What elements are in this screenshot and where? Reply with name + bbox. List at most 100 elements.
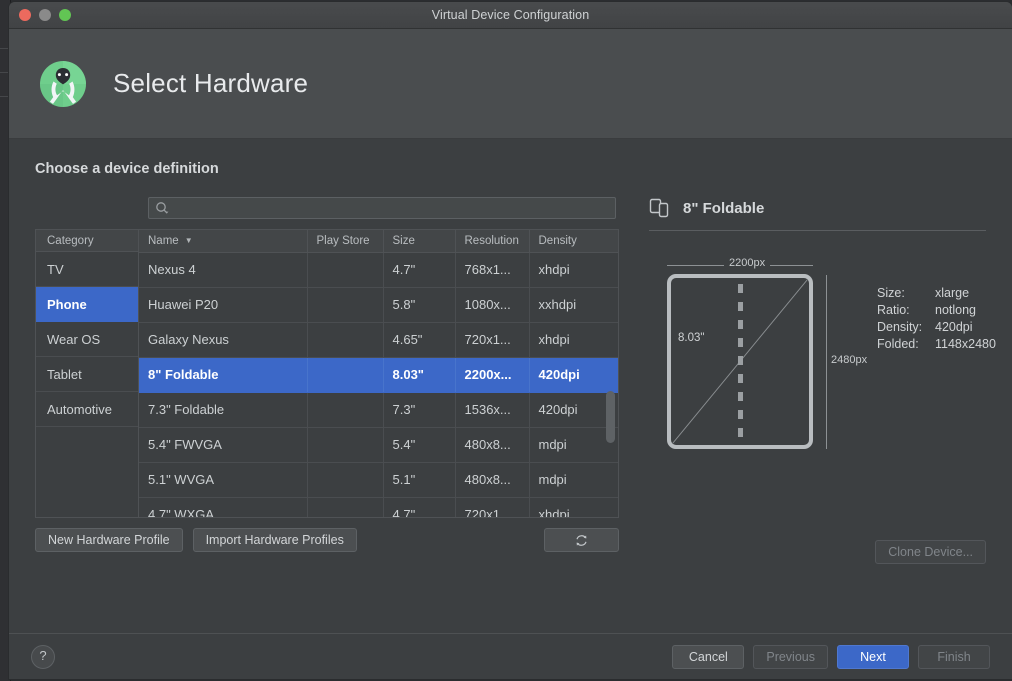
spec-ratio-value: notlong: [935, 302, 976, 319]
width-dimension-label: 2200px: [724, 257, 770, 269]
column-header-density[interactable]: Density: [529, 230, 618, 252]
foldable-device-icon: [649, 197, 671, 219]
table-row[interactable]: Huawei P20 5.8" 1080x... xxhdpi: [139, 287, 618, 322]
android-studio-logo-icon: [35, 56, 91, 112]
spec-density-key: Density:: [877, 319, 935, 336]
previous-button[interactable]: Previous: [753, 645, 828, 669]
height-dimension-line: [826, 275, 827, 449]
cell-resolution: 1536x...: [455, 392, 529, 427]
spec-size: Size: xlarge: [877, 285, 996, 302]
device-selection-panel: Category TV Phone Wear OS Tablet Automot…: [35, 197, 619, 552]
preview-header: 8" Foldable: [649, 197, 986, 231]
column-header-resolution[interactable]: Resolution: [455, 230, 529, 252]
desktop-backdrop: Virtual Device Configuration Select Hard…: [0, 0, 1012, 681]
cell-play-store: [307, 497, 383, 518]
cell-resolution: 1080x...: [455, 287, 529, 322]
cell-name: Nexus 4: [139, 252, 307, 287]
import-hardware-profiles-button[interactable]: Import Hardware Profiles: [193, 528, 357, 552]
cell-play-store: [307, 427, 383, 462]
device-preview-panel: 8" Foldable 2200px 8.03": [619, 197, 986, 552]
page-title: Select Hardware: [113, 68, 308, 99]
virtual-device-configuration-dialog: Virtual Device Configuration Select Hard…: [9, 2, 1012, 679]
cell-resolution: 2200x...: [455, 357, 529, 392]
cell-size: 8.03": [383, 357, 455, 392]
table-row[interactable]: 5.1" WVGA 5.1" 480x8... mdpi: [139, 462, 618, 497]
wizard-navigation: Cancel Previous Next Finish: [672, 645, 990, 669]
fold-crease-line: [738, 284, 743, 439]
spec-size-value: xlarge: [935, 285, 969, 302]
cell-play-store: [307, 287, 383, 322]
cell-resolution: 768x1...: [455, 252, 529, 287]
cell-resolution: 720x1...: [455, 497, 529, 518]
search-box[interactable]: [148, 197, 616, 219]
minimize-button[interactable]: [39, 9, 51, 21]
table-row[interactable]: 7.3" Foldable 7.3" 1536x... 420dpi: [139, 392, 618, 427]
dialog-body: Choose a device definition: [9, 139, 1012, 634]
cell-play-store: [307, 322, 383, 357]
device-table-body: Nexus 4 4.7" 768x1... xhdpi Huawei P20: [139, 252, 618, 518]
cell-name: 7.3" Foldable: [139, 392, 307, 427]
cell-size: 5.8": [383, 287, 455, 322]
cell-name: 5.4" FWVGA: [139, 427, 307, 462]
cell-size: 5.4": [383, 427, 455, 462]
spec-folded: Folded: 1148x2480: [877, 336, 996, 353]
category-item-tablet[interactable]: Tablet: [36, 357, 138, 392]
section-title: Choose a device definition: [35, 161, 986, 177]
spec-density: Density: 420dpi: [877, 319, 996, 336]
table-scrollbar-thumb[interactable]: [606, 391, 615, 443]
help-button[interactable]: ?: [31, 645, 55, 669]
cell-play-store: [307, 252, 383, 287]
column-header-size[interactable]: Size: [383, 230, 455, 252]
category-item-phone[interactable]: Phone: [36, 287, 138, 322]
maximize-button[interactable]: [59, 9, 71, 21]
spec-ratio: Ratio: notlong: [877, 302, 996, 319]
category-list: Category TV Phone Wear OS Tablet Automot…: [35, 229, 138, 518]
table-row[interactable]: Galaxy Nexus 4.65" 720x1... xhdpi: [139, 322, 618, 357]
sort-descending-icon: ▼: [185, 236, 193, 245]
device-specs: Size: xlarge Ratio: notlong Density: 420…: [877, 285, 996, 353]
clone-device-button[interactable]: Clone Device...: [875, 540, 986, 564]
category-item-wear-os[interactable]: Wear OS: [36, 322, 138, 357]
cancel-button[interactable]: Cancel: [672, 645, 744, 669]
table-header-row: Name ▼ Play Store Size Resolution Density: [139, 230, 618, 252]
device-outline: [667, 274, 813, 449]
cell-name: Galaxy Nexus: [139, 322, 307, 357]
spec-size-key: Size:: [877, 285, 935, 302]
cell-size: 4.7": [383, 497, 455, 518]
refresh-icon: [574, 533, 589, 548]
new-hardware-profile-button[interactable]: New Hardware Profile: [35, 528, 183, 552]
preview-device-title: 8" Foldable: [683, 200, 764, 217]
cell-play-store: [307, 392, 383, 427]
close-button[interactable]: [19, 9, 31, 21]
spec-folded-key: Folded:: [877, 336, 935, 353]
column-header-play-store[interactable]: Play Store: [307, 230, 383, 252]
category-item-tv[interactable]: TV: [36, 252, 138, 287]
device-table: Name ▼ Play Store Size Resolution Density: [138, 229, 619, 518]
cell-play-store: [307, 357, 383, 392]
category-header: Category: [36, 230, 138, 252]
cell-resolution: 480x8...: [455, 462, 529, 497]
table-row[interactable]: 5.4" FWVGA 5.4" 480x8... mdpi: [139, 427, 618, 462]
search-icon: [155, 201, 169, 215]
cell-size: 7.3": [383, 392, 455, 427]
cell-size: 4.65": [383, 322, 455, 357]
height-dimension-label: 2480px: [831, 354, 867, 366]
diagonal-size-label: 8.03": [675, 331, 707, 345]
refresh-button[interactable]: [544, 528, 619, 552]
cell-size: 4.7": [383, 252, 455, 287]
dialog-header: Select Hardware: [9, 29, 1012, 139]
spec-ratio-key: Ratio:: [877, 302, 935, 319]
finish-button[interactable]: Finish: [918, 645, 990, 669]
window-titlebar: Virtual Device Configuration: [9, 2, 1012, 29]
table-row[interactable]: Nexus 4 4.7" 768x1... xhdpi: [139, 252, 618, 287]
device-preview-diagram: 2200px 8.03" 2480px Size:: [649, 257, 986, 487]
next-button[interactable]: Next: [837, 645, 909, 669]
category-item-automotive[interactable]: Automotive: [36, 392, 138, 427]
table-scrollbar[interactable]: [605, 253, 616, 517]
cell-resolution: 480x8...: [455, 427, 529, 462]
column-header-name-label: Name: [148, 235, 179, 247]
table-row[interactable]: 4.7" WXGA 4.7" 720x1... xhdpi: [139, 497, 618, 518]
table-row-selected[interactable]: 8" Foldable 8.03" 2200x... 420dpi: [139, 357, 618, 392]
search-input[interactable]: [173, 200, 609, 216]
column-header-name[interactable]: Name ▼: [139, 230, 307, 252]
